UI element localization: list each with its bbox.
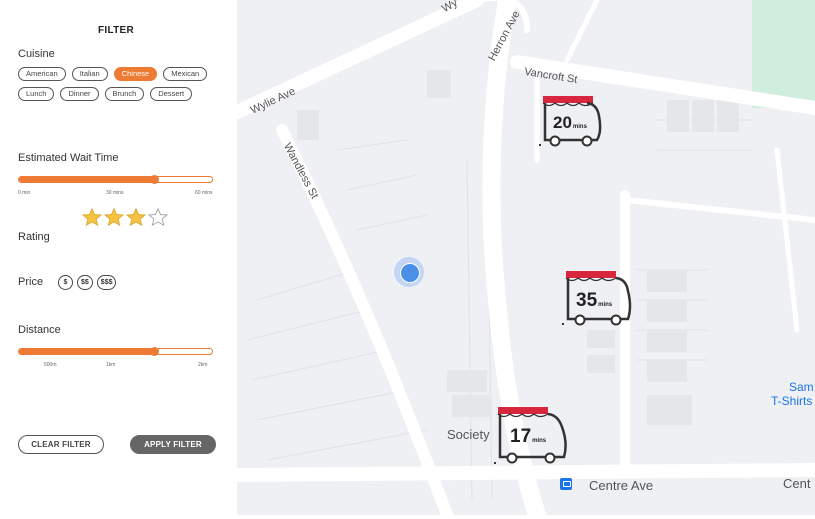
- wait-time-slider-fill: [19, 177, 155, 182]
- rating-stars[interactable]: [82, 208, 168, 226]
- distance-tick-2: 2km: [198, 362, 208, 368]
- wait-time-slider[interactable]: [18, 175, 213, 184]
- distance-slider-thumb[interactable]: [149, 347, 159, 356]
- rating-label: Rating: [18, 231, 50, 243]
- truck-wait-value: 17: [510, 426, 532, 447]
- price-option-2[interactable]: $$: [77, 275, 93, 290]
- price-option-1[interactable]: $: [58, 275, 73, 290]
- price-options: $ $$ $$$: [58, 275, 117, 290]
- poi-line-2: T-Shirts: [771, 394, 813, 408]
- apply-filter-button[interactable]: APPLY FILTER: [130, 435, 216, 454]
- truck-wait-time: 35mins: [576, 291, 612, 310]
- bus-stop-icon[interactable]: [560, 478, 572, 490]
- filter-title: FILTER: [97, 25, 135, 36]
- chip-italian[interactable]: Italian: [71, 67, 108, 81]
- cuisine-chips-row2: Lunch Dinner Brunch Dessert: [18, 87, 193, 101]
- poi-tshirt-shop[interactable]: Sam T-Shirts: [771, 380, 814, 408]
- distance-ticks: 500m 1km 2km: [44, 362, 244, 370]
- truck-wait-unit: mins: [572, 124, 587, 130]
- chip-american[interactable]: American: [18, 67, 66, 81]
- distance-slider-fill: [19, 349, 155, 354]
- truck-wait-value: 35: [576, 290, 598, 311]
- street-label-centre-ave: Centre Ave: [589, 478, 654, 493]
- chip-dessert[interactable]: Dessert: [150, 87, 193, 101]
- distance-slider[interactable]: [18, 347, 213, 356]
- star-icon-2[interactable]: [104, 208, 124, 226]
- chip-chinese[interactable]: Chinese: [113, 67, 158, 81]
- price-label: Price: [18, 276, 44, 288]
- cuisine-chips-row1: American Italian Chinese Mexican: [18, 67, 208, 81]
- food-truck-marker-1[interactable]: 20mins: [537, 92, 617, 152]
- distance-tick-1: 1km: [106, 362, 116, 368]
- distance-label: Distance: [18, 324, 61, 336]
- truck-wait-time: 20mins: [553, 114, 587, 131]
- place-label-society: Society: [447, 427, 490, 442]
- wait-time-ticks: 0 min 30 mins 60 mins: [18, 190, 218, 198]
- wait-time-tick-0: 0 min: [18, 190, 31, 196]
- poi-line-1: Sam: [789, 380, 814, 394]
- map-view[interactable]: Wy Herron Ave Vancroft St Wylie Ave Wand…: [237, 0, 815, 515]
- chip-brunch[interactable]: Brunch: [104, 87, 145, 101]
- cuisine-label: Cuisine: [18, 48, 55, 60]
- truck-wait-value: 20: [553, 113, 572, 132]
- wait-time-slider-thumb[interactable]: [149, 175, 159, 184]
- truck-wait-unit: mins: [598, 302, 613, 308]
- filter-panel: FILTER Cuisine American Italian Chinese …: [0, 0, 237, 519]
- star-icon-3[interactable]: [126, 208, 146, 226]
- truck-wait-time: 17mins: [510, 427, 546, 446]
- distance-tick-0: 500m: [44, 362, 57, 368]
- street-label-centre-right: Cent: [783, 476, 811, 491]
- wait-time-label: Estimated Wait Time: [18, 152, 119, 164]
- food-truck-marker-3[interactable]: 17mins: [492, 403, 572, 464]
- wait-time-tick-1: 30 mins: [106, 190, 124, 196]
- wait-time-tick-2: 60 mins: [195, 190, 213, 196]
- chip-lunch[interactable]: Lunch: [18, 87, 55, 101]
- clear-filter-button[interactable]: CLEAR FILTER: [18, 435, 104, 454]
- food-truck-marker-2[interactable]: 35mins: [560, 267, 640, 327]
- truck-wait-unit: mins: [532, 438, 547, 444]
- user-location-marker: [394, 257, 424, 287]
- chip-dinner[interactable]: Dinner: [60, 87, 99, 101]
- star-icon-1[interactable]: [82, 208, 102, 226]
- star-outline-icon-4[interactable]: [148, 208, 168, 226]
- price-option-3[interactable]: $$$: [96, 275, 117, 290]
- chip-mexican[interactable]: Mexican: [163, 67, 208, 81]
